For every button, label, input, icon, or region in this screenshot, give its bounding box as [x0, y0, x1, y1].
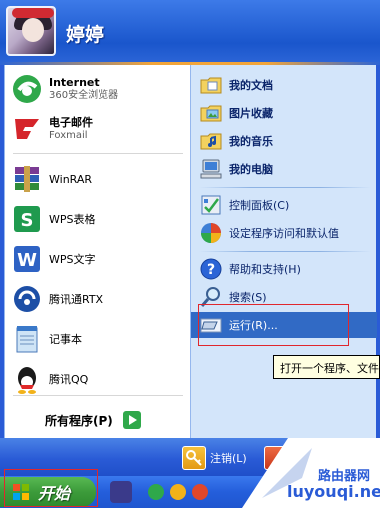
pinned-programs-panel: Internet 360安全浏览器 电子邮件 Foxmail WinRAR S WP… — [4, 65, 190, 438]
watermark-url: luyouqi.net — [287, 482, 380, 501]
program-notepad[interactable]: 记事本 — [5, 321, 191, 357]
separator — [13, 395, 183, 396]
program-winrar[interactable]: WinRAR — [5, 161, 191, 197]
svg-text:?: ? — [207, 262, 215, 278]
user-name: 婷婷 — [66, 24, 105, 46]
arrow-right-icon — [122, 411, 141, 429]
program-title: 记事本 — [49, 332, 82, 346]
foxmail-icon — [11, 113, 43, 145]
program-title: Internet — [49, 76, 100, 89]
program-title: WPS表格 — [49, 212, 96, 226]
svg-text:W: W — [17, 250, 37, 271]
program-title: 腾讯通RTX — [49, 292, 104, 306]
place-label: 我的电脑 — [229, 163, 273, 176]
program-wps-writer[interactable]: W WPS文字 — [5, 241, 191, 277]
place-label: 我的音乐 — [229, 135, 273, 148]
all-programs-label: 所有程序(P) — [45, 413, 113, 428]
qq-icon — [11, 363, 43, 395]
winrar-icon — [11, 163, 43, 195]
program-title: WinRAR — [49, 172, 93, 186]
wps-writer-icon: W — [11, 243, 43, 275]
start-menu-header: 婷婷 — [0, 0, 380, 62]
my-computer-icon — [199, 157, 223, 181]
place-my-computer[interactable]: 我的电脑 — [191, 156, 377, 182]
quicklaunch-browser-icon[interactable] — [148, 484, 164, 500]
places-panel: 我的文档 图片收藏 我的音乐 我的电脑 控制面板(C) 设定程序访问和默认值 ?… — [190, 65, 377, 438]
place-my-music[interactable]: 我的音乐 — [191, 128, 377, 154]
default-programs-icon — [199, 221, 223, 245]
place-control-panel[interactable]: 控制面板(C) — [191, 192, 377, 218]
logoff-button[interactable]: 注销(L) — [182, 446, 247, 470]
quicklaunch-app-icon[interactable] — [110, 481, 132, 503]
place-default-programs[interactable]: 设定程序访问和默认值 — [191, 220, 377, 246]
program-title: WPS文字 — [49, 252, 96, 266]
annotation-box-start — [4, 469, 98, 507]
key-icon — [182, 446, 206, 470]
separator — [13, 153, 183, 154]
place-help-support[interactable]: ? 帮助和支持(H) — [191, 256, 377, 282]
program-internet[interactable]: Internet 360安全浏览器 — [5, 71, 191, 107]
place-label: 设定程序访问和默认值 — [229, 227, 339, 240]
rtx-icon — [11, 283, 43, 315]
program-qq[interactable]: 腾讯QQ — [5, 361, 191, 397]
annotation-box-run — [198, 304, 349, 346]
tooltip: 打开一个程序、文件 — [273, 355, 380, 379]
place-label: 我的文档 — [229, 79, 273, 92]
place-label: 搜索(S) — [229, 291, 267, 304]
program-wps-spreadsheet[interactable]: S WPS表格 — [5, 201, 191, 237]
all-programs-button[interactable]: 所有程序(P) — [5, 400, 191, 440]
place-label: 帮助和支持(H) — [229, 263, 301, 276]
browser-360-icon — [11, 73, 43, 105]
program-email[interactable]: 电子邮件 Foxmail — [5, 111, 191, 147]
wps-spreadsheet-icon: S — [11, 203, 43, 235]
quicklaunch-add-icon[interactable] — [170, 484, 186, 500]
separator — [199, 251, 371, 252]
place-my-documents[interactable]: 我的文档 — [191, 72, 377, 98]
separator — [199, 187, 371, 188]
svg-text:S: S — [21, 210, 34, 231]
my-music-icon — [199, 129, 223, 153]
place-label: 控制面板(C) — [229, 199, 290, 212]
user-avatar[interactable] — [6, 6, 56, 56]
program-subtitle: 360安全浏览器 — [49, 90, 119, 101]
program-rtx[interactable]: 腾讯通RTX — [5, 281, 191, 317]
program-title: 腾讯QQ — [49, 372, 89, 386]
my-documents-icon — [199, 73, 223, 97]
control-panel-icon — [199, 193, 223, 217]
notepad-icon — [11, 323, 43, 355]
quicklaunch-chrome-icon[interactable] — [192, 484, 208, 500]
my-pictures-icon — [199, 101, 223, 125]
place-label: 图片收藏 — [229, 107, 273, 120]
place-my-pictures[interactable]: 图片收藏 — [191, 100, 377, 126]
program-title: 电子邮件 — [49, 116, 93, 129]
help-icon: ? — [199, 257, 223, 281]
program-subtitle: Foxmail — [49, 130, 88, 141]
